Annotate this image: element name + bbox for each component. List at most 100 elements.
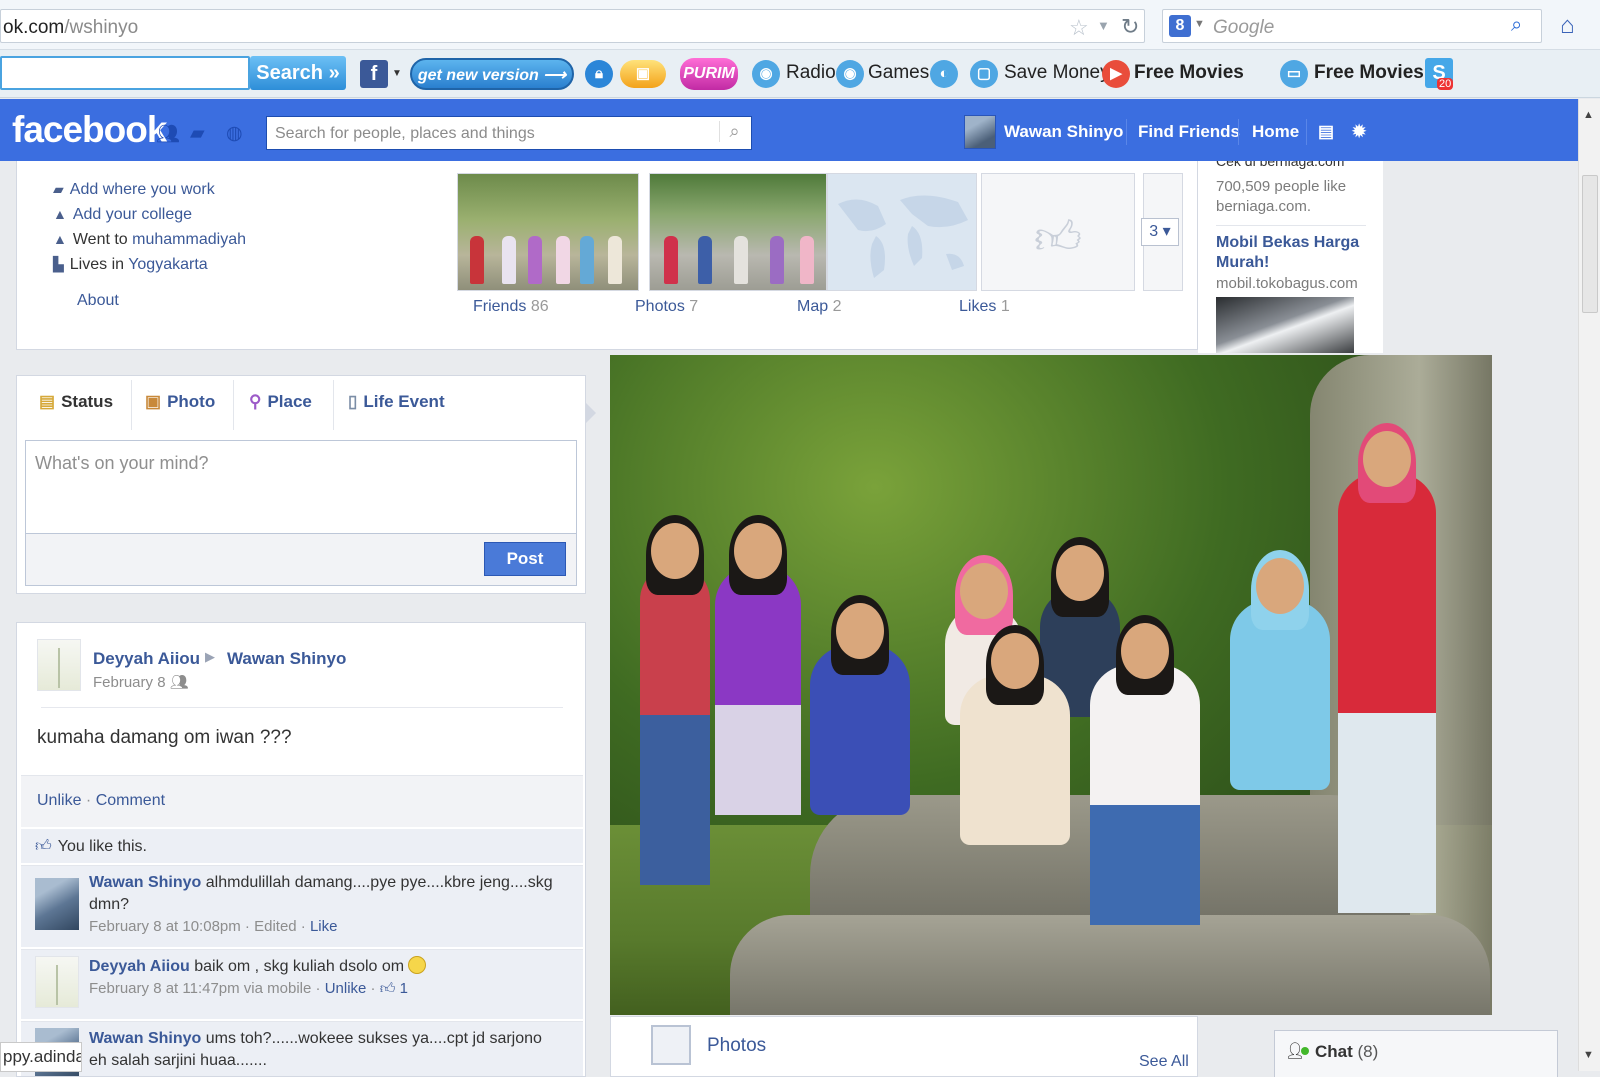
toolbar-search-button[interactable]: Search » <box>250 56 346 90</box>
comment-timestamp[interactable]: February 8 at 11:47pm via mobile <box>89 980 311 997</box>
facebook-search-icon[interactable]: ⌕ <box>719 121 749 142</box>
purim-button[interactable]: PURIM <box>680 58 738 90</box>
reload-icon[interactable]: ↻ <box>1121 14 1139 40</box>
facebook-dropdown-icon[interactable]: ▼ <box>392 68 402 79</box>
tab-life-event[interactable]: ▯ Life Event <box>348 392 445 412</box>
unlike-link[interactable]: Unlike <box>37 792 81 809</box>
photos-tile-label[interactable]: Photos 7 <box>635 298 698 316</box>
post-target-link[interactable]: Wawan Shinyo <box>227 649 346 669</box>
settings-gear-icon[interactable]: ✹ <box>1352 122 1366 142</box>
about-college[interactable]: ▲ Add your college <box>53 206 192 224</box>
weather-icon[interactable]: ◐ <box>930 60 958 88</box>
google-engine-icon[interactable]: 8 <box>1169 15 1191 37</box>
comment-meta-separator: · <box>366 980 380 997</box>
comment-link[interactable]: Comment <box>96 792 165 809</box>
map-tile-label[interactable]: Map 2 <box>797 298 841 316</box>
lock-icon[interactable]: 🔒︎ <box>585 60 613 88</box>
photo-album-icon <box>651 1025 691 1065</box>
comment-author-link[interactable]: Deyyah Aiiou <box>89 958 190 975</box>
friends-tile-image[interactable] <box>457 173 639 291</box>
photos-tile-image[interactable] <box>649 173 827 291</box>
facebook-logo[interactable]: facebook <box>12 109 167 151</box>
browser-search-box[interactable]: 8 ▼ Google ⌕ <box>1162 9 1542 43</box>
photo-icon: ▣ <box>145 392 162 411</box>
page-scrollbar[interactable]: ▲ ▼ <box>1578 99 1600 1071</box>
smiley-emoticon-icon <box>408 956 427 974</box>
radio-icon[interactable]: ◉ <box>752 60 780 88</box>
facebook-icon[interactable]: f <box>360 60 388 88</box>
search-icon[interactable]: ⌕ <box>1511 14 1522 37</box>
save-money-link[interactable]: Save Money <box>1004 62 1110 84</box>
tv-icon[interactable]: ▭ <box>1280 60 1308 88</box>
scroll-down-icon[interactable]: ▼ <box>1583 1049 1594 1061</box>
group-photo[interactable] <box>610 355 1492 1015</box>
ad-likes-text: 700,509 people like berniaga.com. <box>1216 178 1347 215</box>
avatar[interactable] <box>37 639 81 691</box>
comment-author-link[interactable]: Wawan Shinyo <box>89 874 201 891</box>
chat-bar[interactable]: 👤︎ Chat (8) <box>1274 1030 1558 1077</box>
post-timestamp[interactable]: February 8 👥︎ <box>93 673 189 691</box>
photo-person <box>1338 423 1436 913</box>
school-link[interactable]: muhammadiyah <box>132 231 246 248</box>
games-link[interactable]: Games <box>868 62 929 84</box>
ad-car-image[interactable] <box>1216 297 1354 353</box>
tab-photo[interactable]: ▣ Photo <box>145 392 215 412</box>
facebook-search-input[interactable]: Search for people, places and things ⌕ <box>266 116 752 150</box>
comment-like-count[interactable]: 👍︎ 1 <box>380 980 408 997</box>
like-thumb-icon: 👍︎ <box>35 838 52 855</box>
friend-requests-icon[interactable]: 👥︎ <box>156 122 180 146</box>
map-tile-image[interactable] <box>827 173 977 291</box>
avatar[interactable] <box>35 878 79 930</box>
engine-dropdown-icon[interactable]: ▼ <box>1194 18 1205 30</box>
notifications-globe-icon[interactable]: ◍ <box>226 122 243 145</box>
home-link[interactable]: Home <box>1252 122 1299 142</box>
tab-place[interactable]: ⚲ Place <box>249 392 312 412</box>
post-button[interactable]: Post <box>484 542 566 576</box>
about-work[interactable]: ▰ Add where you work <box>53 181 215 199</box>
free-movies-link-2[interactable]: Free Movies <box>1314 62 1424 84</box>
save-money-icon[interactable]: ▢ <box>970 60 998 88</box>
free-movies-link[interactable]: Free Movies <box>1134 62 1244 84</box>
privacy-shortcuts-icon[interactable]: ▤ <box>1318 122 1334 142</box>
bookmark-star-icon[interactable]: ☆ <box>1069 15 1089 41</box>
status-textarea[interactable]: What's on your mind? <box>25 440 577 534</box>
scroll-up-icon[interactable]: ▲ <box>1583 109 1594 121</box>
tab-status[interactable]: ▤ Status <box>39 392 113 412</box>
toolbar-search-input[interactable] <box>0 56 250 90</box>
games-icon[interactable]: ◉ <box>836 60 864 88</box>
scroll-thumb[interactable] <box>1582 175 1598 313</box>
comment-unlike-link[interactable]: Unlike <box>325 980 367 997</box>
see-all-link[interactable]: See All <box>1139 1053 1189 1071</box>
timeline-notch <box>586 403 596 423</box>
likes-tile-image[interactable]: 👍︎ <box>981 173 1135 291</box>
comment-timestamp[interactable]: February 8 at 10:08pm <box>89 918 241 935</box>
messages-icon[interactable]: ▰ <box>190 122 205 145</box>
ad-title-link[interactable]: Mobil Bekas Harga Murah! <box>1216 233 1381 273</box>
about-link[interactable]: About <box>77 292 119 310</box>
home-icon[interactable]: ⌂ <box>1560 12 1575 40</box>
comment-item: Wawan Shinyo alhmdulillah damang....pye … <box>21 865 583 947</box>
address-bar[interactable]: ok.com/wshinyo ☆ ▼ ↻ <box>0 9 1145 43</box>
find-friends-link[interactable]: Find Friends <box>1138 122 1240 142</box>
avatar[interactable] <box>35 956 79 1008</box>
profile-avatar[interactable] <box>964 115 996 149</box>
history-dropdown-icon[interactable]: ▼ <box>1097 18 1110 33</box>
comment-author-link[interactable]: Wawan Shinyo <box>89 1030 201 1047</box>
profile-name-link[interactable]: Wawan Shinyo <box>1004 122 1123 142</box>
get-new-version-button[interactable]: get new version ⟶ <box>410 58 574 90</box>
radio-link[interactable]: Radio <box>786 62 836 84</box>
post-author-link[interactable]: Deyyah Aiiou <box>93 649 200 669</box>
gift-icon[interactable]: ▣ <box>620 60 666 88</box>
comment-like-link[interactable]: Like <box>310 918 338 935</box>
city-link[interactable]: Yogyakarta <box>128 256 207 273</box>
ad-divider <box>1216 225 1366 226</box>
online-dot-icon <box>1301 1047 1309 1055</box>
comment-item: Wawan Shinyo ums toh?......wokeee sukses… <box>21 1021 583 1076</box>
more-sections-dropdown[interactable]: 3 ▾ <box>1141 218 1179 246</box>
briefcase-icon: ▰ <box>53 181 64 197</box>
chat-count: (8) <box>1357 1042 1379 1061</box>
photos-section-title[interactable]: Photos <box>707 1035 766 1057</box>
friends-tile-label[interactable]: Friends 86 <box>473 298 549 316</box>
movies-icon[interactable]: ▶ <box>1102 60 1130 88</box>
likes-tile-label[interactable]: Likes 1 <box>959 298 1010 316</box>
